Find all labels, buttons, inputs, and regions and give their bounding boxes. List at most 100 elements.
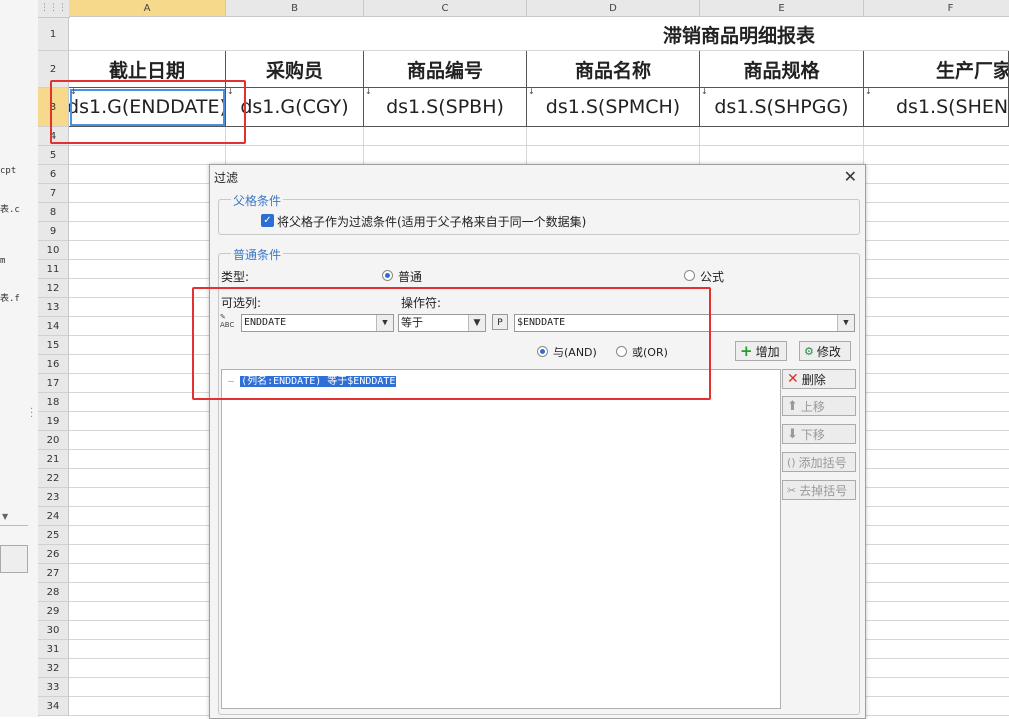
column-label: 可选列: [221, 296, 262, 310]
chevron-down-icon[interactable]: ▼ [468, 315, 485, 331]
modify-icon: ⚙ [804, 344, 814, 358]
move-down-button[interactable]: ⬇ 下移 [782, 424, 856, 444]
header-cell-text: 采购员 [265, 59, 323, 82]
row-header-13[interactable]: 13 [38, 298, 69, 317]
radio-and-label: 与(AND) [553, 346, 597, 359]
row-header-27[interactable]: 27 [38, 564, 69, 583]
row-header-32[interactable]: 32 [38, 659, 69, 678]
expand-down-icon: ↓ [701, 88, 708, 96]
condition-item[interactable]: — (列名:ENDDATE) 等于$ENDDATE [228, 372, 397, 387]
move-up-button[interactable]: ⬆ 上移 [782, 396, 856, 416]
chevron-down-icon[interactable]: ▼ [837, 315, 854, 331]
row-header-6[interactable]: 6 [38, 165, 69, 184]
row-header-26[interactable]: 26 [38, 545, 69, 564]
row-header-21[interactable]: 21 [38, 450, 69, 469]
add-bracket-button[interactable]: () 添加括号 [782, 452, 856, 472]
filter-dialog: 过滤 ✕ 父格条件 ✓ 将父格子作为过滤条件(适用于父子格来自于同一个数据集) … [209, 164, 866, 719]
condition-list[interactable]: — (列名:ENDDATE) 等于$ENDDATE [221, 369, 781, 709]
row-header-9[interactable]: 9 [38, 222, 69, 241]
parent-filter-label: 将父格子作为过滤条件(适用于父子格来自于同一个数据集) [277, 215, 587, 229]
header-cell[interactable]: 生产厂家 [864, 51, 1009, 88]
radio-normal[interactable] [382, 270, 393, 281]
select-all-corner[interactable]: ⋮⋮⋮ [38, 0, 70, 18]
left-panel-box [0, 545, 28, 573]
data-cell[interactable]: ↓ ds1.G(ENDDATE) [69, 88, 226, 127]
row-header-15[interactable]: 15 [38, 336, 69, 355]
modify-button[interactable]: ⚙ 修改 [799, 341, 851, 361]
operator-select[interactable]: 等于 ▼ [398, 314, 486, 332]
header-cell-text: 商品编号 [406, 59, 483, 82]
row-header-11[interactable]: 11 [38, 260, 69, 279]
row-header-24[interactable]: 24 [38, 507, 69, 526]
data-cell[interactable]: ↓ ds1.G(CGY) [226, 88, 364, 127]
row-header-16[interactable]: 16 [38, 355, 69, 374]
row-header-4[interactable]: 4 [38, 127, 69, 146]
splitter-grip-icon[interactable]: · · · [30, 405, 33, 423]
parameter-value: $ENDDATE [517, 317, 566, 328]
row-header-10[interactable]: 10 [38, 241, 69, 260]
radio-and[interactable] [537, 346, 548, 357]
header-cell[interactable]: 商品编号 [364, 51, 527, 88]
row-header-3[interactable]: 3 [38, 88, 69, 127]
column-header-d[interactable]: D [527, 0, 700, 17]
add-button[interactable]: + 增加 [735, 341, 787, 361]
data-cell[interactable]: ↓ ds1.S(SHENG [864, 88, 1009, 127]
row-header-12[interactable]: 12 [38, 279, 69, 298]
operator-label: 操作符: [401, 296, 442, 310]
row-header-14[interactable]: 14 [38, 317, 69, 336]
abc-type-icon[interactable]: ✎ ABC [220, 313, 240, 331]
data-cell[interactable]: ↓ ds1.S(SPMCH) [527, 88, 700, 127]
row-header-18[interactable]: 18 [38, 393, 69, 412]
parameter-type-button[interactable]: P [492, 314, 508, 330]
data-cell-text: ds1.S(SPBH) [386, 96, 504, 118]
header-cell[interactable]: 采购员 [226, 51, 364, 88]
row-header-20[interactable]: 20 [38, 431, 69, 450]
left-panel-fragment: cpt [0, 166, 17, 176]
row-header-22[interactable]: 22 [38, 469, 69, 488]
delete-button-label: 删除 [801, 372, 826, 387]
radio-or[interactable] [616, 346, 627, 357]
header-cell[interactable]: 商品名称 [527, 51, 700, 88]
row-header-2[interactable]: 2 [38, 51, 69, 88]
chevron-down-icon[interactable]: ▼ [376, 315, 393, 331]
report-title-cell[interactable]: 滞销商品明细报表 [69, 18, 1009, 50]
data-cell[interactable]: ↓ ds1.S(SHPGG) [700, 88, 864, 127]
row-header-5[interactable]: 5 [38, 146, 69, 165]
row-header-31[interactable]: 31 [38, 640, 69, 659]
column-select[interactable]: ENDDATE ▼ [241, 314, 394, 332]
row-header-34[interactable]: 34 [38, 697, 69, 716]
column-header-f[interactable]: F [864, 0, 1009, 17]
radio-formula[interactable] [684, 270, 695, 281]
column-header-c[interactable]: C [364, 0, 527, 17]
row-header-28[interactable]: 28 [38, 583, 69, 602]
row-header-30[interactable]: 30 [38, 621, 69, 640]
header-cell-text: 截止日期 [108, 59, 185, 82]
row-header-17[interactable]: 17 [38, 374, 69, 393]
expand-down-icon: ↓ [365, 88, 372, 96]
data-cell[interactable]: ↓ ds1.S(SPBH) [364, 88, 527, 127]
data-cell-text: ds1.G(ENDDATE) [69, 96, 226, 118]
row-header-8[interactable]: 8 [38, 203, 69, 222]
chevron-down-icon[interactable]: ▼ [2, 512, 8, 521]
expand-down-icon: ↓ [865, 88, 872, 96]
header-cell[interactable]: 商品规格 [700, 51, 864, 88]
row-header-23[interactable]: 23 [38, 488, 69, 507]
radio-formula-label: 公式 [700, 270, 725, 284]
parameter-value-select[interactable]: $ENDDATE ▼ [514, 314, 855, 332]
row-header-29[interactable]: 29 [38, 602, 69, 621]
delete-button[interactable]: ✕ 删除 [782, 369, 856, 389]
column-header-b[interactable]: B [226, 0, 364, 17]
row-header-25[interactable]: 25 [38, 526, 69, 545]
row-header-1[interactable]: 1 [38, 18, 69, 51]
dialog-title: 过滤 [214, 171, 239, 185]
row-header-19[interactable]: 19 [38, 412, 69, 431]
delete-icon: ✕ [787, 371, 799, 387]
close-icon[interactable]: ✕ [844, 167, 857, 186]
remove-bracket-button[interactable]: ✂ 去掉括号 [782, 480, 856, 500]
row-header-33[interactable]: 33 [38, 678, 69, 697]
row-header-7[interactable]: 7 [38, 184, 69, 203]
header-cell[interactable]: 截止日期 [69, 51, 226, 88]
column-header-e[interactable]: E [700, 0, 864, 17]
column-header-a[interactable]: A [69, 0, 226, 17]
parent-filter-checkbox[interactable]: ✓ [261, 214, 274, 227]
